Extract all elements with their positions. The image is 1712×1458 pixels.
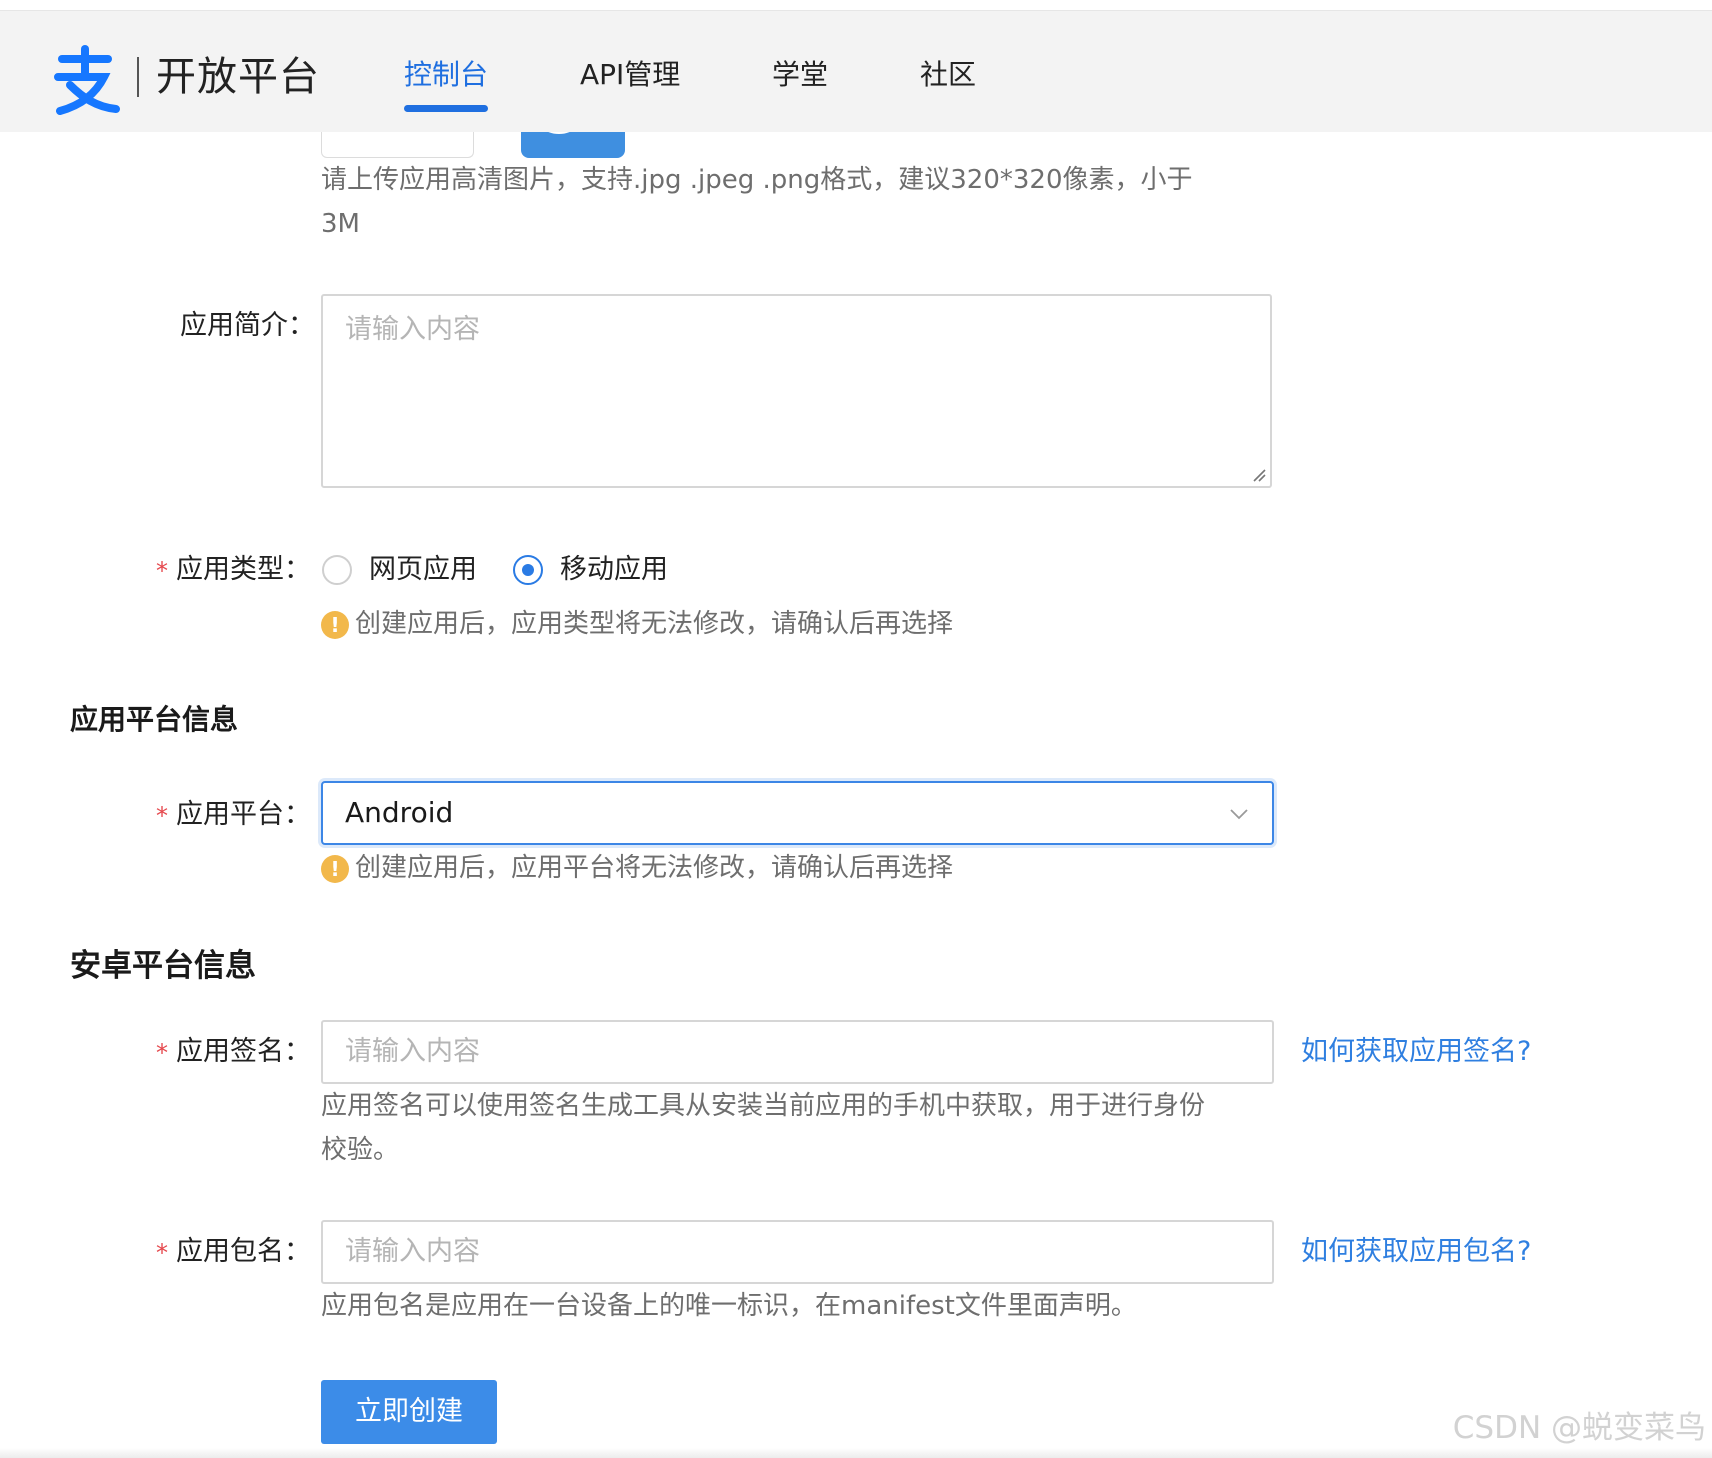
how-to-get-signature-link[interactable]: 如何获取应用签名?	[1301, 1032, 1531, 1072]
radio-web-app-label[interactable]: 网页应用	[369, 550, 477, 590]
top-navbar: 开放平台 控制台 API管理 学堂 社区	[0, 11, 1712, 132]
app-type-label-text: 应用类型：	[176, 554, 311, 585]
package-label: * 应用包名：	[156, 1232, 311, 1272]
signature-input[interactable]: 请输入内容	[321, 1020, 1274, 1084]
required-mark: *	[156, 1239, 168, 1267]
brand-title[interactable]: 开放平台	[156, 49, 320, 105]
upload-hint: 请上传应用高清图片，支持.jpg .jpeg .png格式，建议320*320像…	[321, 165, 1193, 195]
signature-hint-cont: 校验。	[321, 1135, 400, 1165]
platform-warning: 创建应用后，应用平台将无法修改，请确认后再选择	[355, 853, 954, 883]
how-to-get-package-link[interactable]: 如何获取应用包名?	[1301, 1232, 1531, 1272]
watermark: CSDN @蜕变菜鸟	[1452, 1410, 1706, 1446]
upload-hint-size: 3M	[321, 209, 360, 239]
warning-icon: !	[321, 611, 349, 639]
logo-separator	[137, 57, 139, 97]
app-type-label: * 应用类型：	[156, 550, 311, 590]
radio-mobile-app[interactable]	[513, 555, 543, 585]
nav-active-indicator	[404, 105, 488, 112]
signature-hint: 应用签名可以使用签名生成工具从安装当前应用的手机中获取，用于进行身份	[321, 1091, 1206, 1121]
required-mark: *	[156, 802, 168, 830]
android-section-title: 安卓平台信息	[70, 948, 256, 984]
required-mark: *	[156, 1039, 168, 1067]
platform-section-title: 应用平台信息	[70, 703, 239, 736]
platform-label: * 应用平台：	[156, 795, 311, 835]
intro-placeholder: 请输入内容	[345, 314, 480, 345]
chevron-down-icon	[1230, 809, 1248, 820]
required-mark: *	[156, 557, 168, 585]
nav-academy[interactable]: 学堂	[772, 55, 828, 95]
package-label-text: 应用包名：	[176, 1236, 311, 1267]
radio-web-app[interactable]	[322, 555, 352, 585]
platform-select-value: Android	[345, 796, 454, 829]
package-placeholder: 请输入内容	[345, 1236, 480, 1267]
intro-textarea[interactable]: 请输入内容	[321, 294, 1272, 488]
signature-placeholder: 请输入内容	[345, 1036, 480, 1067]
package-hint: 应用包名是应用在一台设备上的唯一标识，在manifest文件里面声明。	[321, 1291, 1137, 1321]
signature-label: * 应用签名：	[156, 1032, 311, 1072]
nav-community[interactable]: 社区	[920, 55, 976, 95]
alipay-logo-icon[interactable]	[52, 45, 120, 115]
intro-label: 应用简介：	[180, 310, 315, 341]
browser-top-edge	[0, 0, 1712, 11]
create-now-button[interactable]: 立即创建	[321, 1380, 497, 1444]
nav-api-management[interactable]: API管理	[580, 55, 680, 95]
app-type-warning: 创建应用后，应用类型将无法修改，请确认后再选择	[355, 609, 954, 639]
platform-label-text: 应用平台：	[176, 799, 311, 830]
signature-label-text: 应用签名：	[176, 1036, 311, 1067]
warning-icon: !	[321, 855, 349, 883]
platform-select[interactable]: Android	[321, 781, 1274, 845]
nav-console[interactable]: 控制台	[404, 55, 488, 95]
radio-mobile-app-label[interactable]: 移动应用	[560, 550, 668, 590]
package-input[interactable]: 请输入内容	[321, 1220, 1274, 1284]
resize-grip-icon[interactable]	[1252, 468, 1266, 482]
